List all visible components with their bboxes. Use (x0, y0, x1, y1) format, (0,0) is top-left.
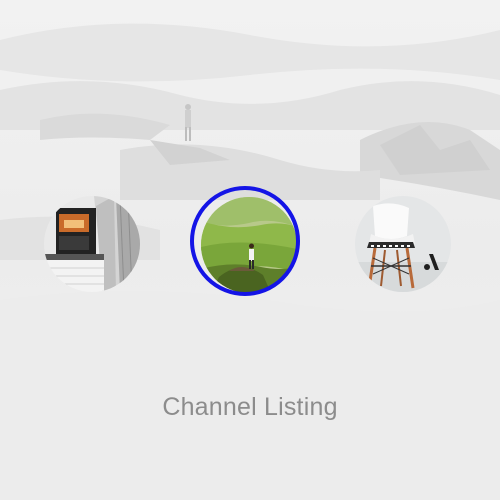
channel-tile-landscape[interactable] (201, 197, 297, 293)
page-title: Channel Listing (162, 393, 338, 421)
channel-tile-architecture[interactable] (44, 196, 140, 292)
hiker-landscape-image (201, 197, 297, 293)
channel-listing-screen: Channel Listing (0, 0, 500, 500)
building-interior-image (44, 196, 140, 292)
channel-tile-design[interactable] (355, 196, 451, 292)
white-chair-image (355, 196, 451, 292)
